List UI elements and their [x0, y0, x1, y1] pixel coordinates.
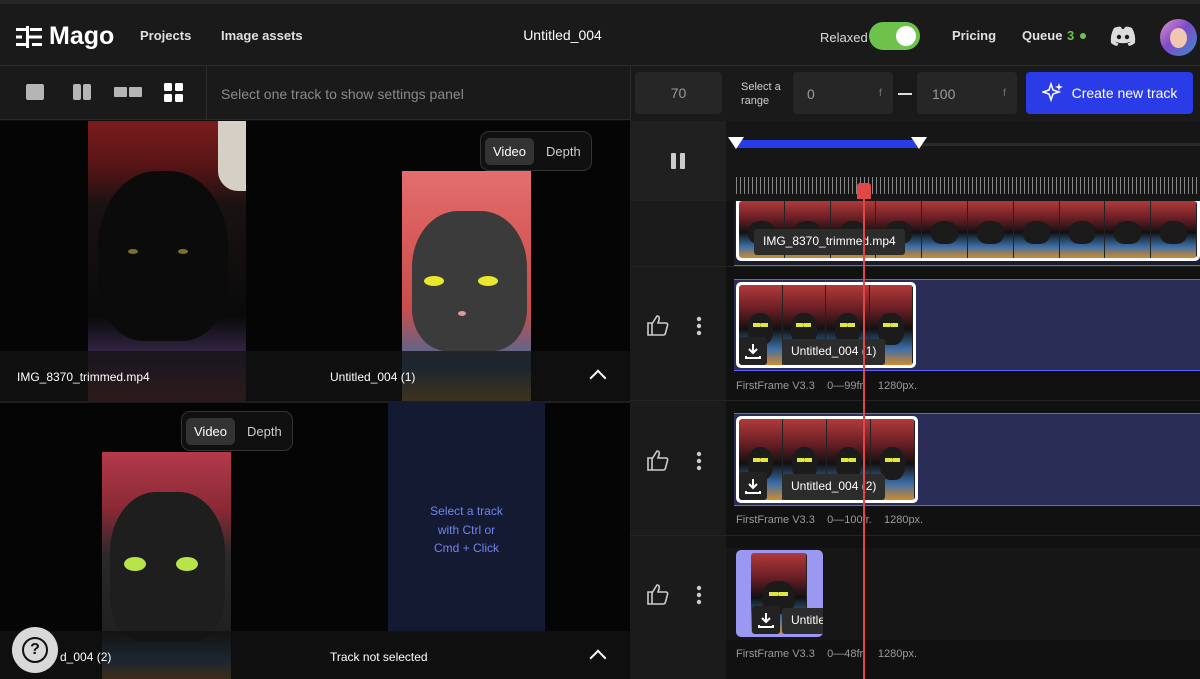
pricing-link[interactable]: Pricing — [952, 28, 996, 43]
source-row-controls — [630, 201, 726, 266]
range-end-input[interactable]: 100 — [917, 72, 1017, 114]
project-title[interactable]: Untitled_004 — [510, 27, 615, 43]
download-icon[interactable] — [739, 337, 767, 365]
track-1-model: FirstFrame V3.3 — [736, 380, 815, 392]
logo[interactable]: Mago — [16, 22, 114, 51]
track-3-clip[interactable]: Untitled_004 — [736, 550, 823, 637]
row-divider — [630, 266, 1200, 267]
thumbs-up-icon[interactable] — [646, 314, 670, 336]
range-start-unit: f — [879, 88, 882, 99]
row-divider — [630, 535, 1200, 536]
selected-range-bar[interactable] — [736, 140, 919, 148]
track-2-model: FirstFrame V3.3 — [736, 514, 815, 526]
range-start-handle[interactable] — [728, 137, 744, 149]
track-2-clip[interactable]: Untitled_004 (2) — [736, 416, 918, 503]
track-1-frames: 0—99fr. — [827, 380, 866, 392]
frame-ruler-ticks[interactable] — [736, 177, 1200, 194]
settings-hint: Select one track to show settings panel — [221, 86, 464, 102]
video-depth-toggle-2: Video Depth — [181, 411, 293, 451]
more-options-icon[interactable] — [696, 451, 702, 471]
track-3-model: FirstFrame V3.3 — [736, 648, 815, 660]
track-3-meta: FirstFrame V3.3 0—48fr. 1280px. — [736, 648, 917, 660]
logo-text: Mago — [49, 22, 115, 50]
pause-icon[interactable] — [670, 152, 686, 170]
layout-single-icon[interactable] — [25, 82, 45, 102]
preview-toolbar: Select one track to show settings panel — [0, 66, 630, 120]
source-clip[interactable]: IMG_8370_trimmed.mp4 — [736, 201, 1200, 261]
cell-caption-track-1: Untitled_004 (1) — [330, 370, 416, 384]
preview-grid: Video Depth IMG_8370_trimmed.mp4 Untitle… — [0, 121, 630, 679]
depth-tab[interactable]: Depth — [239, 418, 290, 445]
range-end-handle[interactable] — [911, 137, 927, 149]
discord-icon[interactable] — [1110, 26, 1136, 46]
source-clip-label: IMG_8370_trimmed.mp4 — [754, 229, 905, 255]
download-icon[interactable] — [739, 472, 767, 500]
layout-double-icon[interactable] — [113, 82, 143, 102]
question-icon: ? — [22, 637, 48, 663]
relaxed-label: Relaxed — [820, 30, 868, 45]
row-divider — [630, 400, 1200, 401]
help-button[interactable]: ? — [12, 627, 58, 673]
depth-tab[interactable]: Depth — [538, 138, 589, 165]
queue-count: 3 — [1067, 28, 1075, 43]
track-2-label: Untitled_004 (2) — [782, 474, 886, 500]
track-1-clip[interactable]: Untitled_004 (1) — [736, 282, 916, 368]
cell-caption-empty: Track not selected — [330, 650, 428, 664]
top-header: Mago Projects Image assets Untitled_004 … — [0, 0, 1200, 66]
track-1-res: 1280px. — [877, 380, 918, 392]
empty-track-slot: Select a track with Ctrl or Cmd + Click — [388, 402, 545, 632]
sparkle-icon — [1041, 82, 1063, 103]
range-start-input[interactable]: 0 — [793, 72, 893, 114]
mago-logo-icon — [16, 25, 42, 48]
layout-split-icon[interactable] — [72, 82, 92, 102]
playhead-line[interactable] — [863, 186, 865, 679]
track-1-meta: FirstFrame V3.3 0—99fr. 1280px. — [736, 380, 917, 392]
thumbs-up-icon[interactable] — [646, 583, 670, 605]
nav-projects[interactable]: Projects — [140, 28, 191, 43]
track-3-label: Untitled_004 — [782, 608, 823, 634]
select-track-hint: Select a track with Ctrl or Cmd + Click — [430, 504, 503, 555]
user-avatar[interactable] — [1160, 19, 1197, 56]
more-options-icon[interactable] — [696, 585, 702, 605]
cell-caption-track-2: d_004 (2) — [60, 650, 112, 664]
track-1-label: Untitled_004 (1) — [782, 339, 886, 365]
more-options-icon[interactable] — [696, 316, 702, 336]
track-2-frames: 0—100fr. — [827, 514, 872, 526]
queue-link[interactable]: Queue — [1022, 28, 1062, 43]
range-dash — [898, 93, 912, 95]
create-new-track-button[interactable]: Create new track — [1026, 72, 1193, 114]
range-label-text: Select a range — [741, 81, 781, 107]
nav-image-assets[interactable]: Image assets — [221, 28, 303, 43]
app-window: Mago Projects Image assets Untitled_004 … — [0, 0, 1200, 679]
frame-value-box[interactable]: 70 — [635, 72, 722, 114]
video-tab[interactable]: Video — [485, 137, 535, 165]
track-3-frames: 0—48fr. — [827, 648, 866, 660]
track-2-res: 1280px. — [883, 514, 924, 526]
relaxed-toggle[interactable] — [869, 22, 920, 50]
queue-status-dot — [1080, 33, 1086, 39]
layout-grid-icon[interactable] — [163, 82, 185, 104]
thumbs-up-icon[interactable] — [646, 449, 670, 471]
toolbar-divider — [206, 66, 207, 120]
select-range-label: Select a range — [741, 80, 785, 108]
create-track-label: Create new track — [1071, 85, 1178, 101]
track-2-meta: FirstFrame V3.3 0—100fr. 1280px. — [736, 514, 923, 526]
download-icon[interactable] — [752, 606, 780, 634]
video-tab[interactable]: Video — [186, 417, 236, 445]
video-depth-toggle-1: Video Depth — [480, 131, 592, 171]
track-3-res: 1280px. — [877, 648, 918, 660]
range-end-unit: f — [1003, 88, 1006, 99]
cell-caption-source: IMG_8370_trimmed.mp4 — [17, 370, 150, 384]
